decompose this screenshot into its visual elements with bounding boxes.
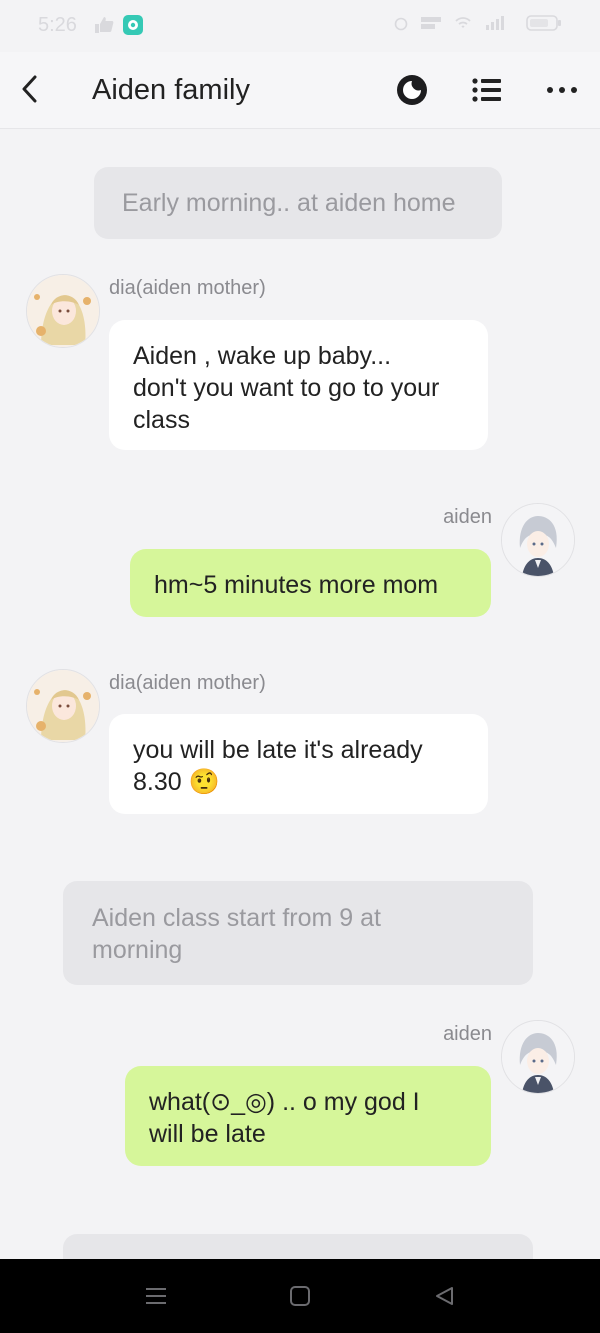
message-bubble-incoming[interactable]: you will be late it's already 8.30 🤨	[109, 714, 488, 814]
message-line: class	[133, 406, 190, 434]
message-line: will be late	[149, 1120, 266, 1148]
chat-header: Aiden family	[0, 52, 600, 129]
message-line: what(⊙_◎) .. o my god I	[149, 1088, 420, 1116]
system-nav-bar	[0, 1259, 600, 1333]
battery-icon	[526, 14, 562, 35]
moon-icon[interactable]	[394, 72, 430, 108]
narration-text: Early morning.. at aiden home	[122, 189, 456, 217]
sender-name: dia(aiden mother)	[109, 277, 266, 299]
status-right-icons	[394, 14, 562, 35]
avatar-aiden[interactable]	[501, 503, 575, 577]
sender-name: dia(aiden mother)	[109, 672, 266, 694]
sender-name: aiden	[443, 506, 492, 528]
menu-icon[interactable]	[141, 1281, 171, 1311]
app-notification-icon	[122, 14, 144, 41]
message-line: hm~5 minutes more mom	[154, 571, 439, 599]
network-speed-icon	[420, 15, 442, 34]
thumbs-up-icon	[94, 16, 114, 39]
back-triangle-icon[interactable]	[429, 1281, 459, 1311]
alarm-icon	[394, 15, 408, 34]
home-icon[interactable]	[285, 1281, 315, 1311]
sender-name: aiden	[443, 1023, 492, 1045]
message-bubble-incoming[interactable]: Aiden , wake up baby... don't you want t…	[109, 320, 488, 450]
message-line: 8.30 🤨	[133, 768, 220, 796]
narration-text: morning	[92, 936, 183, 964]
back-icon[interactable]	[14, 74, 44, 104]
wifi-icon	[454, 15, 472, 34]
avatar-mother[interactable]	[26, 669, 100, 743]
signal-icon	[484, 15, 514, 34]
status-left-icons	[94, 14, 144, 41]
status-time: 5:26	[38, 14, 77, 36]
narration-bubble: Early morning.. at aiden home	[94, 167, 502, 239]
message-line: you will be late it's already	[133, 736, 423, 764]
narration-text: Aiden class start from 9 at	[92, 904, 382, 932]
message-line: Aiden , wake up baby...	[133, 342, 392, 370]
message-bubble-outgoing[interactable]: hm~5 minutes more mom	[130, 549, 491, 617]
narration-bubble: Aiden class start from 9 at morning	[63, 881, 533, 985]
message-line: don't you want to go to your	[133, 374, 440, 402]
avatar-mother[interactable]	[26, 274, 100, 348]
message-bubble-outgoing[interactable]: what(⊙_◎) .. o my god I will be late	[125, 1066, 491, 1166]
chat-messages: Early morning.. at aiden home dia(aiden …	[0, 129, 600, 1259]
chat-title: Aiden family	[92, 74, 250, 106]
status-bar: 5:26	[0, 0, 600, 52]
more-dots-icon[interactable]	[544, 72, 580, 108]
narration-bubble	[63, 1234, 533, 1259]
avatar-aiden[interactable]	[501, 1020, 575, 1094]
list-icon[interactable]	[469, 72, 505, 108]
